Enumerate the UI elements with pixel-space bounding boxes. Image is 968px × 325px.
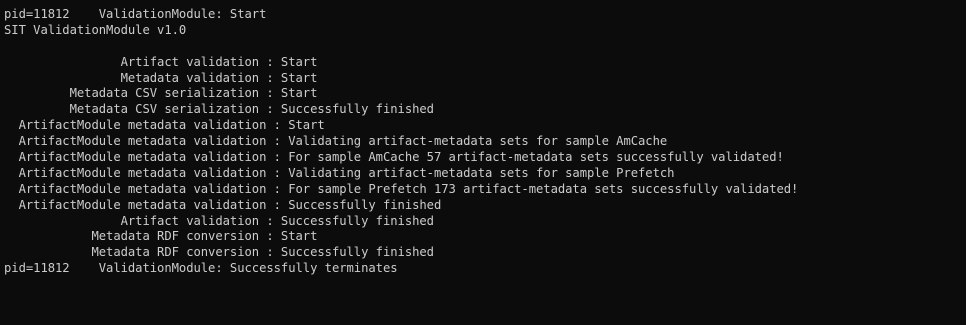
console-output: pid=11812 ValidationModule: Start SIT Va…: [4, 7, 798, 277]
console-line-pid-start: pid=11812 ValidationModule: Start: [4, 7, 267, 21]
console-line-amcache-validated: ArtifactModule metadata validation : For…: [4, 150, 784, 165]
console-line-csv-serialization-finished: Metadata CSV serialization : Successfull…: [4, 102, 434, 117]
console-line-version: SIT ValidationModule v1.0: [4, 22, 187, 37]
console-line-csv-serialization-start: Metadata CSV serialization : Start: [4, 86, 318, 101]
console-line-prefetch-validated: ArtifactModule metadata validation : For…: [4, 181, 799, 196]
console-line-artifactmodule-start: ArtifactModule metadata validation : Sta…: [4, 118, 325, 133]
console-line-artifact-validation-start: Artifact validation : Start: [4, 54, 318, 69]
console-line-rdf-conversion-start: Metadata RDF conversion : Start: [4, 229, 318, 244]
console-line-validating-amcache: ArtifactModule metadata validation : Val…: [4, 134, 668, 149]
console-line-metadata-validation-start: Metadata validation : Start: [4, 70, 318, 85]
console-line-validating-prefetch: ArtifactModule metadata validation : Val…: [4, 165, 675, 180]
console-line-blank: [4, 39, 798, 55]
console-window[interactable]: pid=11812 ValidationModule: Start SIT Va…: [0, 0, 968, 325]
console-line-artifact-validation-finished: Artifact validation : Successfully finis…: [4, 213, 434, 228]
console-line-pid-terminates: pid=11812 ValidationModule: Successfully…: [4, 261, 398, 276]
console-line-rdf-conversion-finished: Metadata RDF conversion : Successfully f…: [4, 245, 434, 260]
console-line-artifactmodule-finished: ArtifactModule metadata validation : Suc…: [4, 197, 442, 212]
